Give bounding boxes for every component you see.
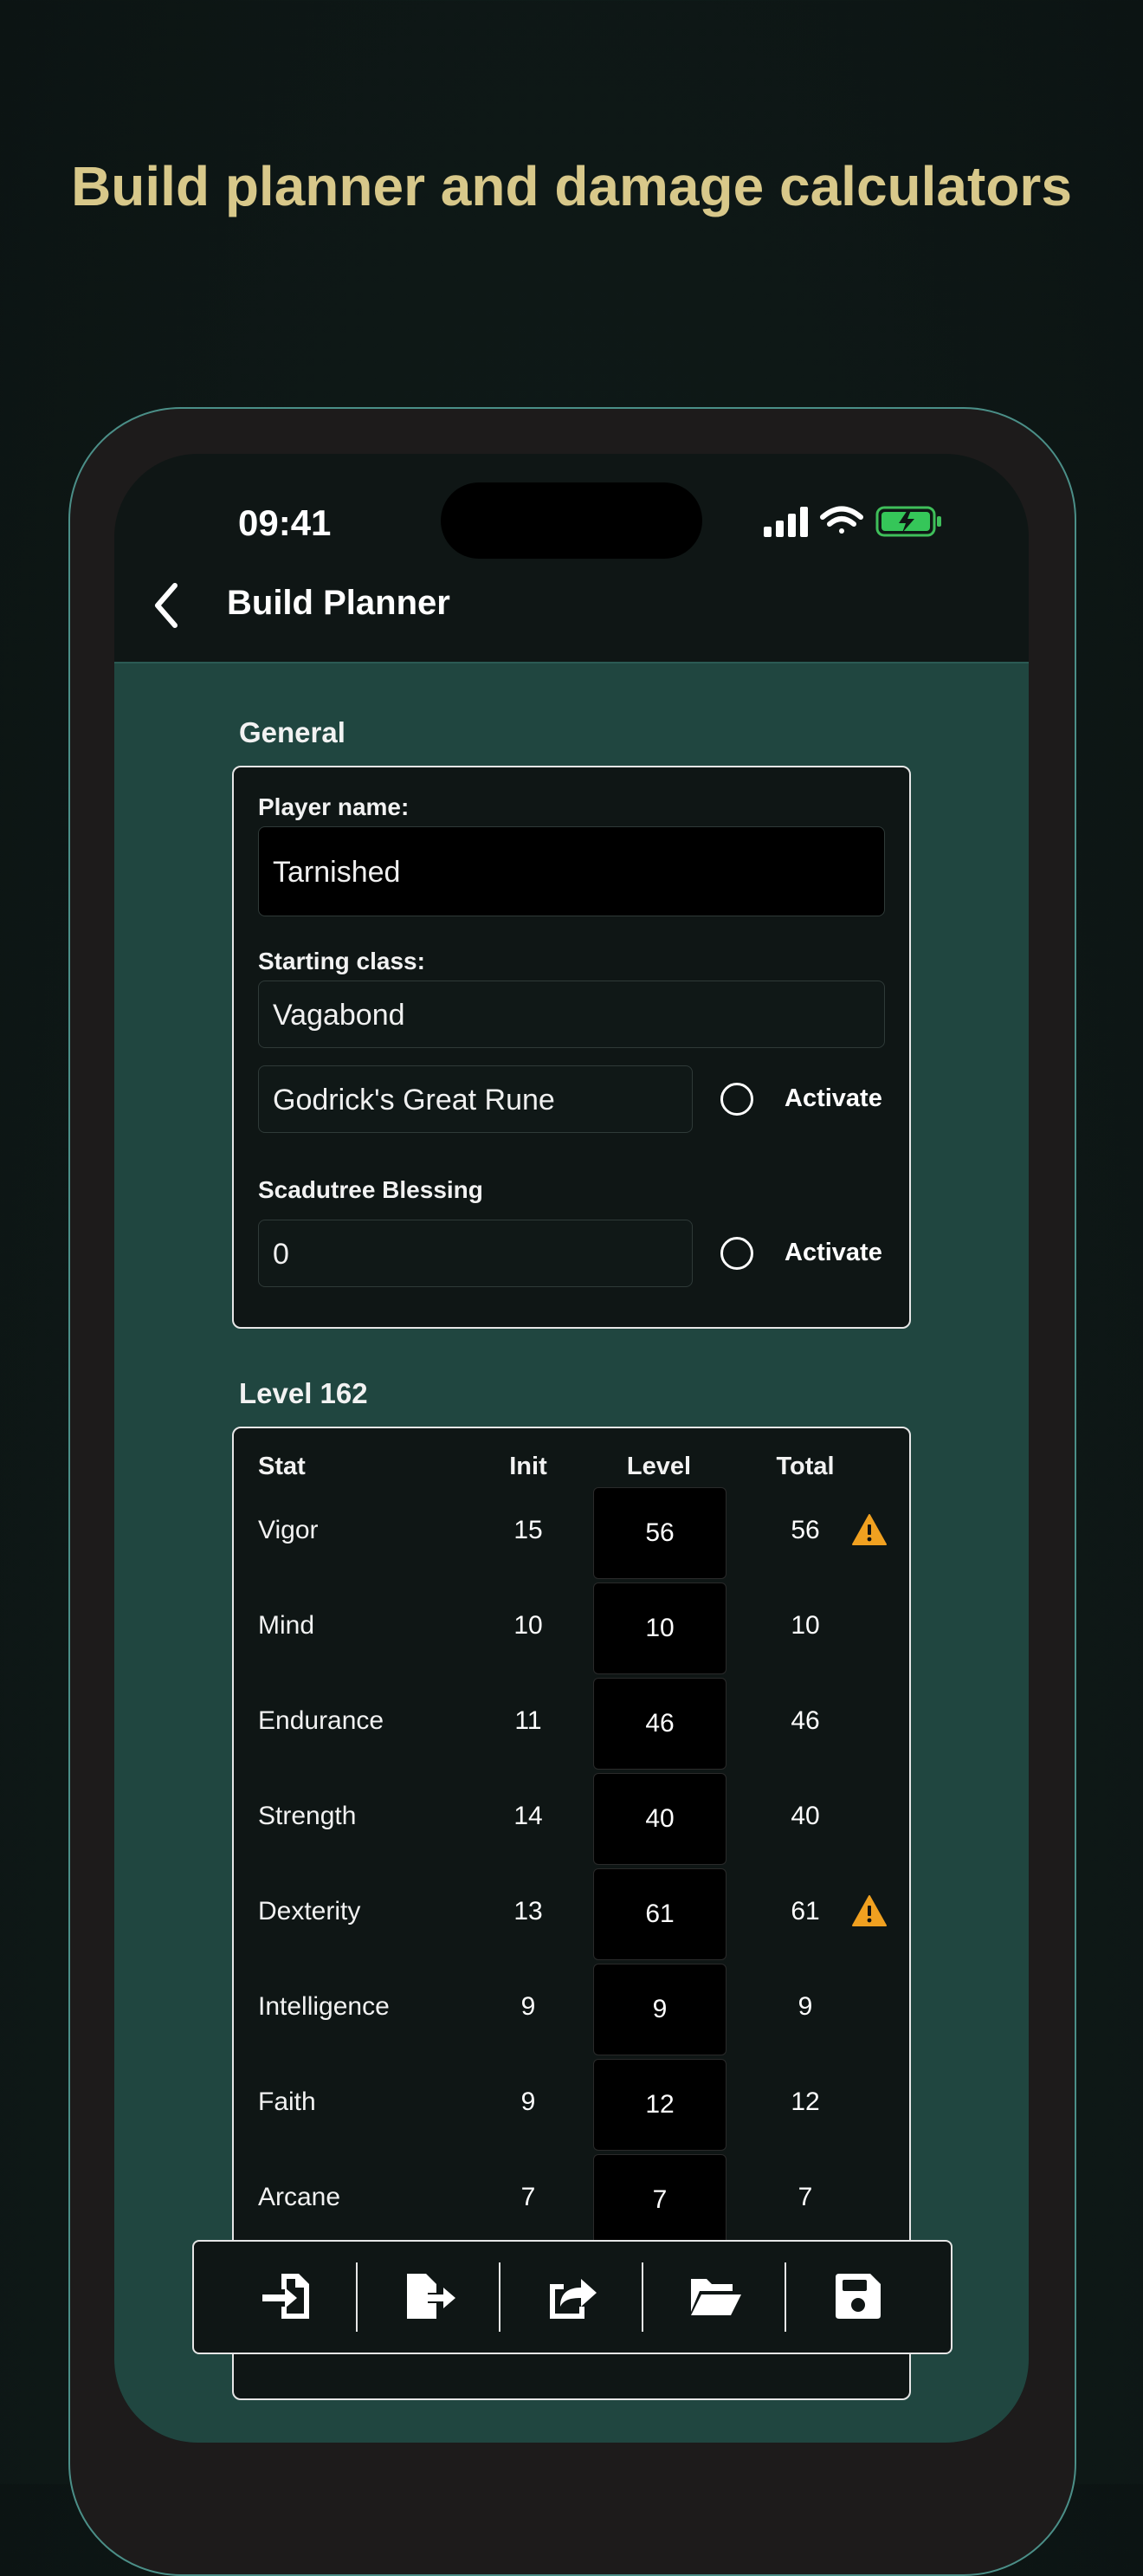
starting-class-label: Starting class:: [258, 948, 425, 974]
stat-total: 9: [798, 1992, 813, 2021]
table-row: Arcane 7 7 7: [234, 2154, 909, 2246]
great-rune-activate-label: Activate: [785, 1084, 882, 1112]
status-icons: [764, 506, 941, 537]
stat-level-input[interactable]: 56: [593, 1487, 726, 1579]
table-row: Vigor 15 56 56: [234, 1487, 909, 1579]
column-header-stat: Stat: [258, 1453, 306, 1480]
stat-init: 15: [513, 1516, 543, 1544]
export-button[interactable]: [391, 2257, 468, 2335]
great-rune-select[interactable]: Godrick's Great Rune: [258, 1065, 693, 1133]
column-header-total: Total: [776, 1453, 835, 1480]
stat-name: Vigor: [258, 1516, 319, 1544]
open-folder-icon: [691, 2279, 741, 2315]
general-card: Player name: Tarnished Starting class: V…: [232, 766, 911, 1329]
headline: Build planner and damage calculators: [71, 155, 1072, 217]
table-row: Endurance 11 46 46: [234, 1678, 909, 1770]
dynamic-island: [441, 482, 702, 559]
stat-init: 11: [514, 1706, 542, 1735]
scadutree-label: Scadutree Blessing: [258, 1176, 483, 1203]
toolbar-divider: [356, 2262, 358, 2332]
stat-init: 14: [513, 1802, 543, 1830]
level-section-title: Level 162: [239, 1377, 368, 1409]
player-name-label: Player name:: [258, 793, 410, 820]
table-row: Mind 10 10 10: [234, 1582, 909, 1674]
table-row: Strength 14 40 40: [234, 1773, 909, 1865]
import-icon: [262, 2274, 309, 2319]
back-chevron-icon[interactable]: [140, 575, 192, 636]
table-row: Dexterity 13 61 61: [234, 1868, 909, 1960]
share-button[interactable]: [533, 2257, 611, 2335]
app-screen: 09:41 Build Planner General Player name:…: [114, 454, 1029, 2443]
stat-init: 9: [520, 1992, 536, 2021]
bottom-toolbar: [192, 2240, 953, 2354]
stat-name: Mind: [258, 1611, 315, 1640]
save-button[interactable]: [819, 2257, 897, 2335]
stat-level-input[interactable]: 12: [593, 2059, 726, 2151]
status-time: 09:41: [238, 502, 332, 543]
stat-total: 61: [791, 1897, 820, 1926]
stat-init: 7: [520, 2183, 536, 2211]
stat-level-input[interactable]: 9: [593, 1964, 726, 2055]
column-header-level: Level: [626, 1453, 692, 1480]
stat-total: 12: [791, 2087, 820, 2116]
scadutree-input[interactable]: 0: [258, 1220, 693, 1287]
import-button[interactable]: [248, 2257, 326, 2335]
general-section-title: General: [239, 716, 345, 748]
wifi-icon: [820, 506, 863, 534]
open-button[interactable]: [676, 2257, 754, 2335]
stat-total: 56: [791, 1516, 820, 1544]
table-row: Intelligence 9 9 9: [234, 1964, 909, 2055]
toolbar-divider: [785, 2262, 786, 2332]
stat-level-input[interactable]: 7: [593, 2154, 726, 2246]
stat-level-input[interactable]: 10: [593, 1582, 726, 1674]
warning-icon: [852, 1514, 887, 1545]
toolbar-divider: [642, 2262, 643, 2332]
export-file-icon: [407, 2274, 455, 2319]
share-icon: [550, 2279, 597, 2319]
stat-init: 9: [520, 2087, 536, 2116]
cellular-signal-icon: [764, 507, 808, 537]
stat-init: 13: [513, 1897, 543, 1926]
great-rune-activate-radio[interactable]: [720, 1083, 753, 1116]
stat-name: Endurance: [258, 1706, 384, 1735]
stat-name: Strength: [258, 1802, 357, 1830]
column-header-init: Init: [509, 1453, 547, 1480]
stat-name: Dexterity: [258, 1897, 361, 1926]
stat-name: Intelligence: [258, 1992, 390, 2021]
stat-total: 10: [791, 1611, 820, 1640]
stat-name: Arcane: [258, 2183, 341, 2211]
stat-level-input[interactable]: 40: [593, 1773, 726, 1865]
toolbar-divider: [499, 2262, 500, 2332]
scadutree-activate-radio[interactable]: [720, 1237, 753, 1270]
scadutree-activate-label: Activate: [785, 1239, 882, 1266]
warning-icon: [852, 1895, 887, 1926]
stat-name: Faith: [258, 2087, 316, 2116]
stat-total: 40: [791, 1802, 820, 1830]
page-title: Build Planner: [227, 584, 450, 622]
table-row: Faith 9 12 12: [234, 2059, 909, 2151]
stat-total: 7: [798, 2183, 813, 2211]
stat-init: 10: [513, 1611, 543, 1640]
stat-total: 46: [791, 1706, 820, 1735]
stat-level-input[interactable]: 46: [593, 1678, 726, 1770]
battery-charging-icon: [875, 506, 941, 537]
player-name-input[interactable]: Tarnished: [258, 826, 885, 916]
starting-class-select[interactable]: Vagabond: [258, 981, 885, 1048]
stat-level-input[interactable]: 61: [593, 1868, 726, 1960]
save-icon: [836, 2274, 881, 2319]
